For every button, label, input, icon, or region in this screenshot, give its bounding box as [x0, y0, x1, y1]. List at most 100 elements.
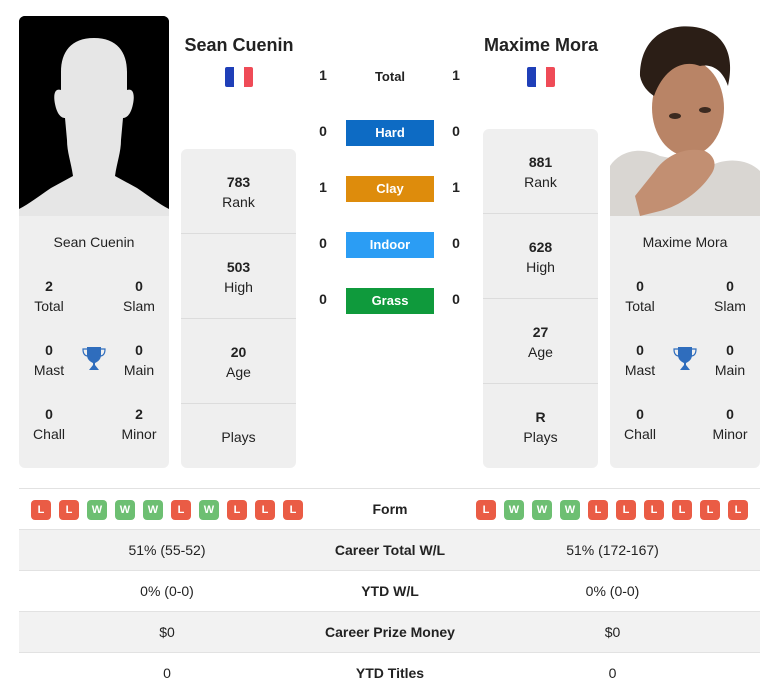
- value: 27: [532, 324, 549, 340]
- player1-mast-titles: 0 Mast: [19, 340, 79, 380]
- p2-value: 51% (172-167): [566, 542, 659, 558]
- value: R: [535, 409, 546, 425]
- value: 628: [528, 239, 553, 255]
- form-loss-badge: L: [700, 500, 720, 520]
- table-row: 51% (55-52) Career Total W/L 51% (172-16…: [19, 529, 760, 570]
- h2h-grass-p1: 0: [319, 291, 327, 307]
- h2h-hard-p1: 0: [319, 123, 327, 139]
- form-win-badge: W: [115, 500, 135, 520]
- p1-value: $0: [159, 624, 175, 640]
- player1-main-titles: 0 Main: [109, 340, 169, 380]
- form-win-badge: W: [560, 500, 580, 520]
- player1-chall-titles: 0 Chall: [19, 404, 79, 444]
- player2-rank: 881 Rank: [483, 152, 598, 192]
- form-loss-badge: L: [588, 500, 608, 520]
- label: Mast: [33, 362, 65, 378]
- label: Main: [123, 362, 155, 378]
- surface-hard-badge: Hard: [346, 120, 434, 146]
- h2h-clay-p1: 1: [319, 179, 327, 195]
- france-flag-icon: [527, 67, 555, 87]
- label: Total: [625, 298, 655, 314]
- player1-slam-titles: 0 Slam: [109, 276, 169, 316]
- player1-minor-titles: 2 Minor: [109, 404, 169, 444]
- value: 783: [226, 174, 251, 190]
- player1-stats-box: 783 Rank 503 High 20 Age Plays: [181, 149, 296, 468]
- label: Slam: [123, 298, 155, 314]
- p2-value: 0% (0-0): [585, 583, 640, 599]
- form-loss-badge: L: [171, 500, 191, 520]
- value: 881: [528, 154, 553, 170]
- player2-titles-card: Maxime Mora 0 Total 0 Slam 0 Mast 0 Main…: [610, 216, 760, 468]
- player2-card-name: Maxime Mora: [642, 234, 728, 250]
- player1-name[interactable]: Sean Cuenin: [164, 35, 314, 56]
- divider: [483, 383, 598, 384]
- form-loss-badge: L: [476, 500, 496, 520]
- player2-photo: [610, 16, 760, 216]
- value: 0: [636, 278, 644, 294]
- label: Age: [226, 364, 251, 380]
- player1-high: 503 High: [181, 257, 296, 297]
- value: 2: [45, 278, 53, 294]
- player2-chall-titles: 0 Chall: [610, 404, 670, 444]
- row-label: YTD W/L: [361, 583, 419, 599]
- value: 503: [226, 259, 251, 275]
- player1-total-titles: 2 Total: [19, 276, 79, 316]
- form-loss-badge: L: [728, 500, 748, 520]
- label: Main: [714, 362, 746, 378]
- player1-photo: [19, 16, 169, 216]
- h2h-hard-p2: 0: [452, 123, 460, 139]
- p1-value: 0% (0-0): [140, 583, 194, 599]
- label: Chall: [624, 426, 656, 442]
- value: 0: [726, 406, 734, 422]
- label: Rank: [524, 174, 557, 190]
- value: 0: [135, 278, 143, 294]
- h2h-clay-p2: 1: [452, 179, 460, 195]
- h2h-total-p1: 1: [319, 67, 327, 83]
- form-loss-badge: L: [59, 500, 79, 520]
- p1-value: 0: [163, 665, 171, 681]
- form-label: Form: [372, 501, 408, 517]
- player1-age: 20 Age: [181, 342, 296, 382]
- value: 2: [135, 406, 143, 422]
- form-loss-badge: L: [31, 500, 51, 520]
- label: Plays: [523, 429, 558, 445]
- row-label: Career Prize Money: [325, 624, 455, 640]
- label: Age: [528, 344, 553, 360]
- label: Minor: [712, 426, 748, 442]
- h2h-grass-p2: 0: [452, 291, 460, 307]
- form-win-badge: W: [199, 500, 219, 520]
- surface-clay-badge: Clay: [346, 176, 434, 202]
- form-win-badge: W: [143, 500, 163, 520]
- value: 0: [135, 342, 143, 358]
- value: 0: [726, 278, 734, 294]
- divider: [483, 213, 598, 214]
- player1-plays: Plays: [181, 427, 296, 447]
- form-win-badge: W: [532, 500, 552, 520]
- player1-rank: 783 Rank: [181, 172, 296, 212]
- row-label: Career Total W/L: [334, 542, 446, 558]
- label: High: [526, 259, 555, 275]
- h2h-total-label: Total: [374, 69, 406, 84]
- form-loss-badge: L: [283, 500, 303, 520]
- label: Mast: [624, 362, 656, 378]
- table-row: 0% (0-0) YTD W/L 0% (0-0): [19, 570, 760, 611]
- player2-mast-titles: 0 Mast: [610, 340, 670, 380]
- player2-plays: R Plays: [483, 407, 598, 447]
- row-label: YTD Titles: [355, 665, 425, 681]
- p2-value: 0: [608, 665, 617, 681]
- divider: [181, 233, 296, 234]
- divider: [181, 403, 296, 404]
- france-flag-icon: [225, 67, 253, 87]
- value: 0: [726, 342, 734, 358]
- player2-age: 27 Age: [483, 322, 598, 362]
- value: 0: [45, 406, 53, 422]
- player2-slam-titles: 0 Slam: [700, 276, 760, 316]
- player2-high: 628 High: [483, 237, 598, 277]
- surface-indoor-badge: Indoor: [346, 232, 434, 258]
- form-loss-badge: L: [616, 500, 636, 520]
- form-win-badge: W: [504, 500, 524, 520]
- trophy-icon: [82, 347, 106, 370]
- player2-minor-titles: 0 Minor: [700, 404, 760, 444]
- player2-name[interactable]: Maxime Mora: [466, 35, 616, 56]
- value: 0: [636, 342, 644, 358]
